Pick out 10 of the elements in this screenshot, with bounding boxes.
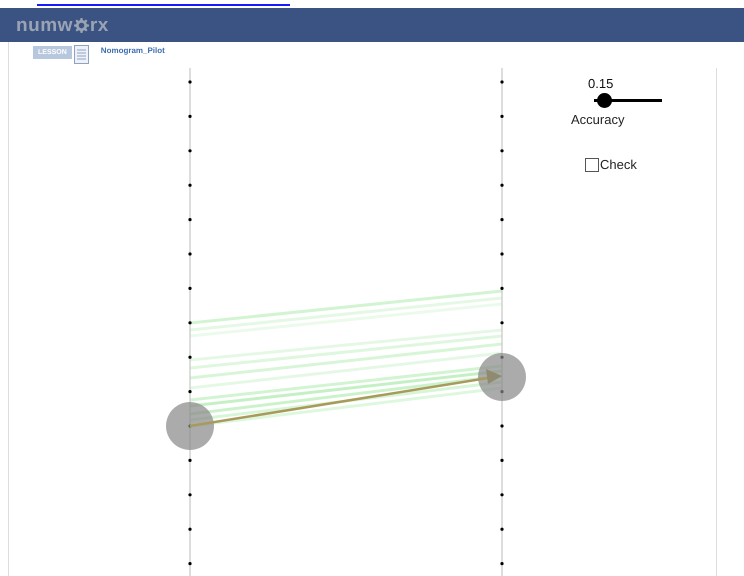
gear-icon xyxy=(74,18,89,32)
drag-handle[interactable] xyxy=(166,402,214,450)
check-checkbox[interactable]: Check xyxy=(585,157,637,172)
logo-text: numw xyxy=(16,16,73,34)
lesson-title: Nomogram_Pilot xyxy=(100,46,165,55)
slider-label: Accuracy xyxy=(571,112,624,127)
document-icon xyxy=(74,45,89,64)
drag-handle[interactable] xyxy=(478,353,526,401)
slider-value: 0.15 xyxy=(588,76,614,91)
logo-text: rx xyxy=(90,16,109,34)
